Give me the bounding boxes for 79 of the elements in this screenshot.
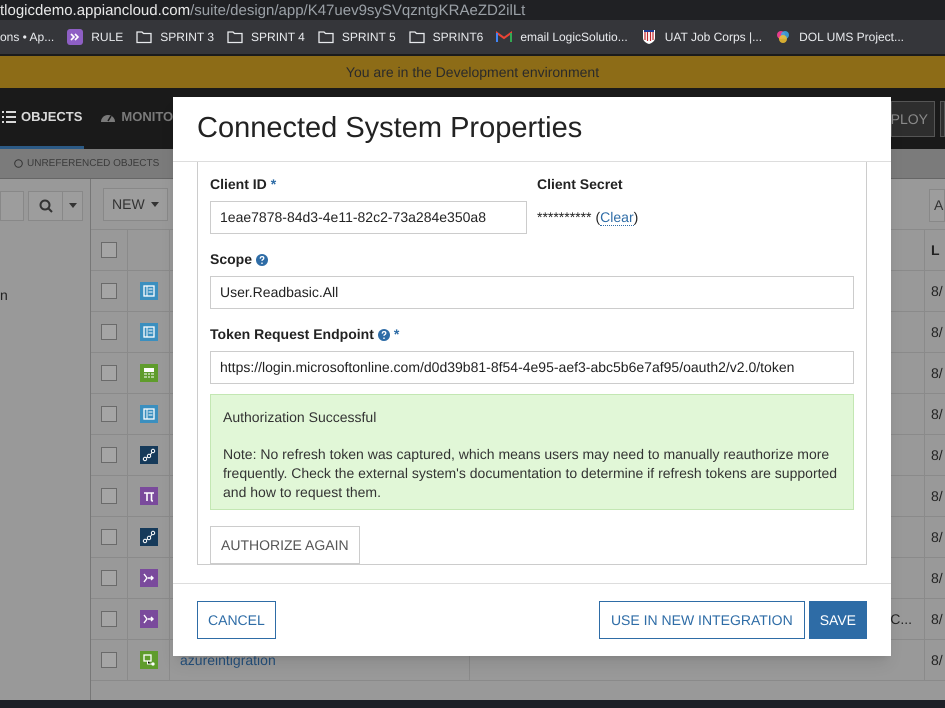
input-field[interactable]: User.Readbasic.All	[210, 276, 854, 310]
checkbox[interactable]	[101, 447, 117, 463]
input-field[interactable]: 1eae7878-84d3-4e11-82c2-73a284e350a8	[210, 201, 527, 234]
folder-icon	[227, 29, 244, 45]
folder-icon	[318, 29, 334, 45]
folder-icon	[408, 29, 425, 45]
folder-icon	[136, 29, 152, 45]
required-mark: *	[270, 175, 276, 194]
bookmark[interactable]: UAT Job Corps |...	[640, 28, 762, 46]
table-cell-text: 8/	[930, 404, 944, 424]
bookmark[interactable]: SPRINT 5	[318, 28, 396, 46]
interface-icon	[140, 323, 158, 341]
dialog-title: Connected System Properties	[197, 111, 582, 146]
table-cell-text: 8/	[930, 528, 944, 546]
checkbox[interactable]	[101, 611, 117, 627]
authorize-again-button[interactable]: AUTHORIZE AGAIN	[210, 526, 360, 564]
table-icon	[140, 364, 158, 382]
checkbox[interactable]	[101, 570, 117, 586]
field-label: Token Request Endpoint	[210, 325, 374, 344]
bookmark[interactable]: SPRINT 4	[227, 28, 305, 46]
new-button[interactable]: NEW	[103, 188, 168, 220]
table-cell-text: 8/	[930, 650, 944, 670]
table-cell-text: 8/	[930, 446, 944, 464]
cancel-button[interactable]: CANCEL	[197, 601, 276, 640]
nodes-icon	[140, 446, 158, 464]
environment-banner-text: You are in the Development environment	[346, 62, 600, 82]
bookmark[interactable]: DOL UMS Project...	[775, 28, 904, 46]
table-cell-text: 8/	[930, 282, 944, 300]
message-title: Authorization Successful	[223, 408, 378, 428]
integration-icon	[140, 651, 158, 669]
table-cell-text: 8/	[930, 364, 944, 382]
field-label: Scope	[210, 250, 252, 270]
save-button[interactable]: SAVE	[808, 601, 867, 640]
checkbox[interactable]	[101, 652, 117, 668]
caret-icon	[150, 202, 159, 206]
checkbox[interactable]	[101, 242, 117, 258]
app-icon	[67, 29, 84, 45]
toolbar-button[interactable]: A	[929, 189, 945, 222]
caret-icon	[69, 203, 77, 208]
table-cell-text: 8/	[930, 322, 944, 342]
field-label: Client Secret	[537, 175, 623, 194]
nav-tab[interactable]: MONITO	[98, 88, 176, 149]
circles-icon	[775, 29, 792, 45]
checkbox[interactable]	[101, 529, 117, 545]
masked-secret: **********	[537, 208, 592, 228]
interface-icon	[140, 405, 158, 423]
use-in-new-integration-button[interactable]: USE IN NEW INTEGRATION	[598, 601, 805, 640]
required-mark: *	[394, 325, 400, 344]
bookmark[interactable]: ons • Ap...	[0, 28, 54, 46]
bookmark[interactable]: email LogicSolutio...	[496, 28, 628, 46]
list-icon	[2, 111, 16, 123]
table-cell-text: C...	[890, 610, 912, 628]
checkbox[interactable]	[101, 488, 117, 504]
deploy-button[interactable]: PLOY	[891, 101, 935, 137]
radio-icon	[14, 159, 23, 168]
search-icon	[39, 198, 53, 212]
nodes-icon	[140, 528, 158, 546]
search-button[interactable]	[28, 190, 83, 220]
column-header: L	[930, 240, 941, 260]
table-cell-text: 8/	[930, 610, 944, 628]
checkbox[interactable]	[101, 406, 117, 422]
table-cell-text: 8/	[930, 486, 944, 506]
clear-text: (Clear)	[595, 208, 638, 228]
field-label: Client ID	[210, 175, 267, 194]
mail-icon	[496, 29, 512, 45]
shield-icon	[640, 29, 657, 45]
interface-icon	[140, 282, 158, 300]
checkbox[interactable]	[101, 365, 117, 381]
clear-link[interactable]: Clear	[600, 209, 634, 226]
pi-icon	[140, 487, 158, 505]
bookmark[interactable]: SPRINT 3	[136, 28, 214, 46]
checkbox[interactable]	[101, 324, 117, 340]
checkbox[interactable]	[101, 283, 117, 299]
bookmark[interactable]: SPRINT6	[408, 28, 484, 46]
bookmark[interactable]: RULE	[67, 28, 124, 46]
input-field[interactable]: https://login.microsoftonline.com/d0d39b81-8f54-4e95-aef3-abc5b6e7af95/oauth2/v2.0/token	[210, 351, 854, 384]
table-cell-text: 8/	[930, 568, 944, 588]
panel-text: n	[0, 288, 9, 302]
message-note: Note: No refresh token was captured, which means users may need to manually reauthorize more frequently. Check the external system's documentation to determine if refresh tokens are supported and how to request them.	[223, 445, 838, 502]
